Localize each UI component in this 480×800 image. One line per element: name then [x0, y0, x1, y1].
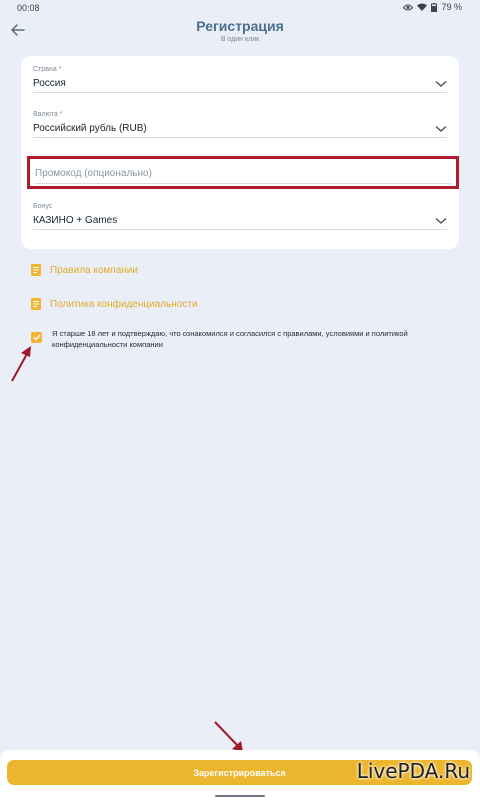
currency-field[interactable]: Валюта * Российский рубль (RUB)	[33, 111, 447, 138]
page-subtitle: В один клик	[220, 36, 260, 43]
country-value: Россия	[33, 78, 66, 89]
agreement-text: Я старше 18 лет и подтверждаю, что ознак…	[52, 329, 408, 349]
eye-icon	[403, 4, 414, 10]
privacy-link[interactable]: Политика конфиденциальности	[31, 298, 198, 310]
bonus-select[interactable]: КАЗИНО + Games	[33, 212, 447, 230]
registration-form: Страна * Россия Валюта * Российский рубл…	[21, 56, 459, 249]
currency-label: Валюта *	[33, 111, 63, 118]
chevron-down-icon	[435, 217, 447, 224]
battery-percent: 79 %	[441, 2, 462, 12]
bonus-value: КАЗИНО + Games	[33, 215, 118, 226]
watermark: LivePDA.Ru	[356, 759, 470, 783]
bonus-field[interactable]: Бонус КАЗИНО + Games	[33, 203, 447, 230]
country-label: Страна *	[33, 66, 62, 73]
country-field[interactable]: Страна * Россия	[33, 66, 447, 93]
wifi-icon	[417, 3, 428, 11]
rules-link-label: Правила компании	[50, 264, 138, 276]
home-indicator	[215, 795, 265, 797]
chevron-down-icon	[435, 125, 447, 132]
annotation-arrow-checkbox	[11, 346, 31, 382]
status-time: 00:08	[17, 3, 40, 13]
document-icon	[31, 298, 41, 310]
page-title: Регистрация	[196, 18, 284, 34]
status-bar: 00:08 79 %	[0, 0, 480, 14]
checkmark-icon	[33, 334, 41, 341]
document-icon	[31, 264, 41, 276]
privacy-link-label: Политика конфиденциальности	[50, 298, 198, 310]
rules-link[interactable]: Правила компании	[31, 264, 138, 276]
agreement-row: Я старше 18 лет и подтверждаю, что ознак…	[31, 328, 431, 350]
bonus-label: Бонус	[33, 203, 53, 210]
currency-value: Российский рубль (RUB)	[33, 123, 147, 134]
promo-code-input[interactable]	[35, 164, 451, 184]
country-select[interactable]: Россия	[33, 75, 447, 93]
currency-select[interactable]: Российский рубль (RUB)	[33, 120, 447, 138]
promo-highlight	[27, 156, 459, 189]
agreement-checkbox[interactable]	[31, 332, 42, 343]
status-icons: 79 %	[403, 2, 462, 12]
header: Регистрация В один клик	[0, 14, 480, 48]
chevron-down-icon	[435, 80, 447, 87]
battery-icon	[431, 2, 438, 12]
